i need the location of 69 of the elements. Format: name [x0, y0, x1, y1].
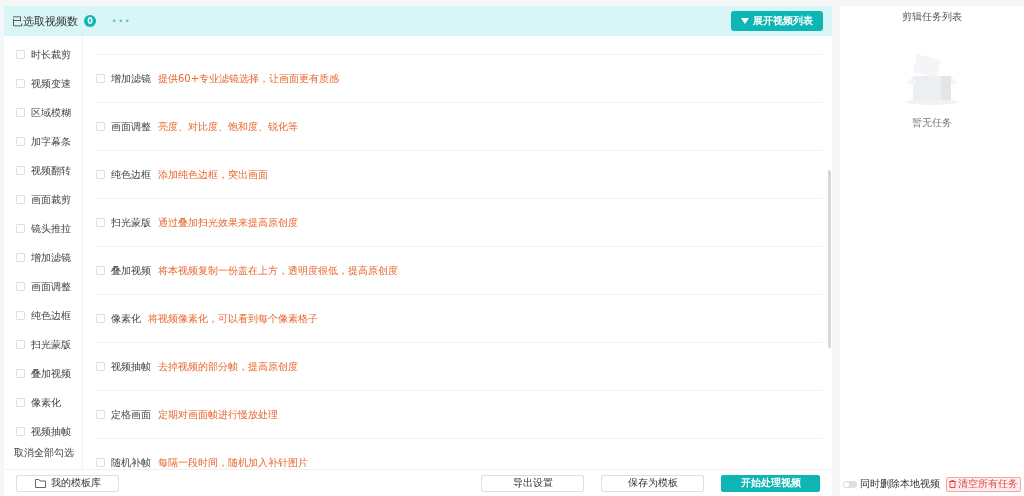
- sidebar-item[interactable]: 画面裁剪: [31, 192, 71, 207]
- effect-description: 将本视频复制一份盖在上方，透明度很低，提高原创度: [158, 263, 398, 278]
- clear-all-tasks-button[interactable]: 清空所有任务: [946, 476, 1021, 492]
- sidebar-item[interactable]: 像素化: [31, 395, 61, 410]
- effect-description: 亮度、对比度、饱和度、锐化等: [158, 119, 298, 134]
- count-badge: 0: [84, 15, 96, 27]
- checkbox[interactable]: [96, 410, 105, 419]
- delete-local-label: 同时删除本地视频: [860, 477, 940, 491]
- effect-label: 纯色边框: [111, 167, 151, 182]
- checkbox[interactable]: [16, 79, 25, 88]
- checkbox[interactable]: [16, 253, 25, 262]
- effect-description: 通过叠加扫光效果来提高原创度: [158, 215, 298, 230]
- checkbox[interactable]: [96, 122, 105, 131]
- checkbox[interactable]: [16, 224, 25, 233]
- template-library-button[interactable]: 我的模板库: [16, 474, 119, 492]
- checkbox[interactable]: [16, 282, 25, 291]
- checkbox[interactable]: [96, 218, 105, 227]
- task-list-title: 剪辑任务列表: [902, 10, 962, 24]
- checkbox[interactable]: [16, 311, 25, 320]
- checkbox[interactable]: [96, 74, 105, 83]
- checkbox[interactable]: [96, 362, 105, 371]
- sidebar-item[interactable]: 画面调整: [31, 279, 71, 294]
- sidebar-item[interactable]: 区域模糊: [31, 105, 71, 120]
- effect-label: 视频抽帧: [111, 359, 151, 374]
- sidebar-item[interactable]: 增加滤镜: [31, 250, 71, 265]
- checkbox[interactable]: [16, 195, 25, 204]
- effect-description: 定期对画面帧进行慢放处理: [158, 407, 278, 422]
- checkbox[interactable]: [16, 108, 25, 117]
- sidebar-item[interactable]: 镜头推拉: [31, 221, 71, 236]
- checkbox[interactable]: [16, 369, 25, 378]
- save-template-button[interactable]: 保存为模板: [601, 474, 704, 492]
- sidebar-item[interactable]: 叠加视频: [31, 366, 71, 381]
- effect-description: 去掉视频的部分帧，提高原创度: [158, 359, 298, 374]
- checkbox[interactable]: [16, 50, 25, 59]
- checkbox[interactable]: [96, 266, 105, 275]
- checkbox[interactable]: [96, 170, 105, 179]
- toggle-switch[interactable]: [843, 480, 857, 488]
- sidebar-item[interactable]: 视频翻转: [31, 163, 71, 178]
- empty-message: 暂无任务: [912, 116, 952, 130]
- effect-description: 将视频像素化，可以看到每个像素格子: [148, 311, 318, 326]
- checkbox[interactable]: [16, 427, 25, 436]
- folder-icon: [34, 478, 46, 488]
- sidebar-item[interactable]: 加字幕条: [31, 134, 71, 149]
- checkbox[interactable]: [16, 166, 25, 175]
- effect-label: 画面调整: [111, 119, 151, 134]
- effect-description: 提供60+专业滤镜选择，让画面更有质感: [158, 71, 340, 86]
- sidebar-item[interactable]: 视频变速: [31, 76, 71, 91]
- effect-label: 随机补帧: [111, 455, 151, 470]
- checkbox[interactable]: [16, 137, 25, 146]
- header-title: 已选取视频数: [12, 13, 78, 29]
- effect-description: 添加纯色边框，突出画面: [158, 167, 268, 182]
- checkbox[interactable]: [16, 398, 25, 407]
- export-settings-button[interactable]: 导出设置: [481, 474, 584, 492]
- trash-icon: [949, 480, 956, 488]
- caret-icon: [741, 18, 749, 24]
- checkbox[interactable]: [96, 314, 105, 323]
- effect-label: 定格画面: [111, 407, 151, 422]
- effect-label: 扫光蒙版: [111, 215, 151, 230]
- sidebar-item[interactable]: 纯色边框: [31, 308, 71, 323]
- checkbox[interactable]: [96, 458, 105, 467]
- sidebar-item[interactable]: 扫光蒙版: [31, 337, 71, 352]
- effect-label: 像素化: [111, 311, 141, 326]
- effect-label: 增加滤镜: [111, 71, 151, 86]
- effect-label: 叠加视频: [111, 263, 151, 278]
- checkbox[interactable]: [16, 340, 25, 349]
- effect-description: 每隔一段时间，随机加入补针图片: [158, 455, 308, 470]
- sidebar-item[interactable]: 视频抽帧: [31, 424, 71, 439]
- clear-all-link[interactable]: 取消全部勾选: [14, 446, 82, 460]
- sidebar-item[interactable]: 时长裁剪: [31, 47, 71, 62]
